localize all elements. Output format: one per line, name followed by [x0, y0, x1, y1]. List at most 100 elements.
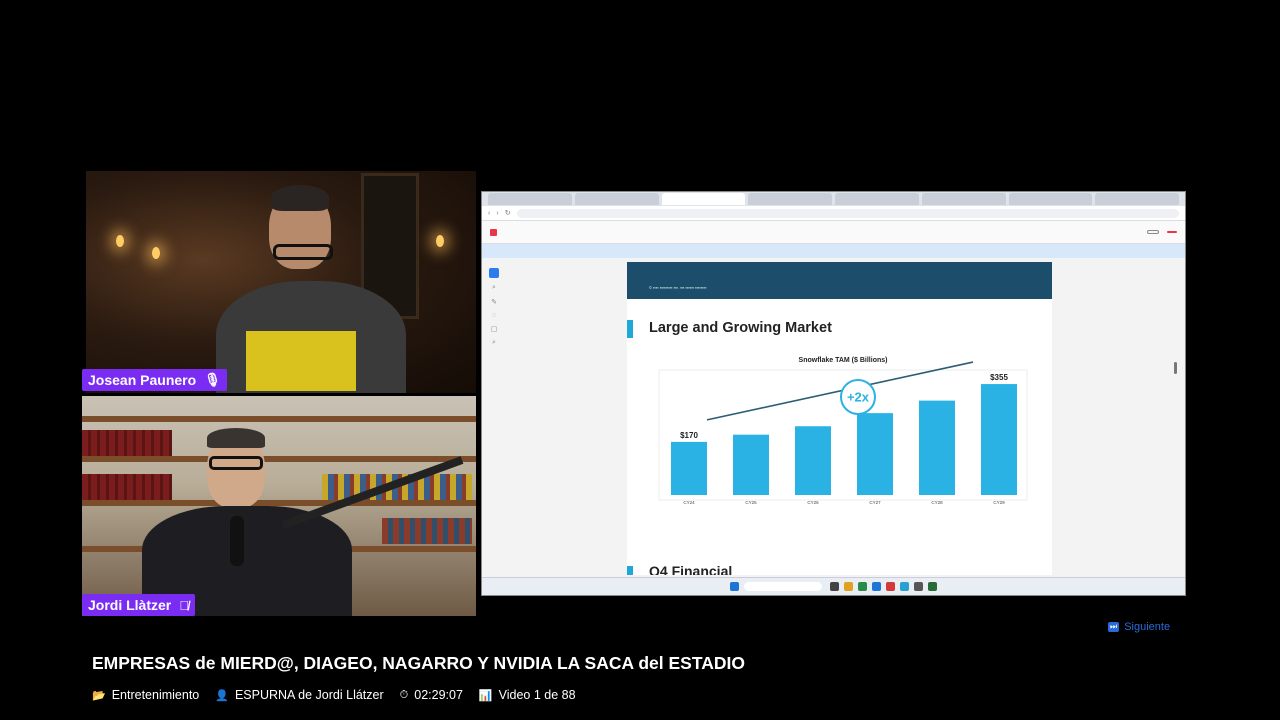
channel-item: 👤 ESPURNA de Jordi Llátzer [215, 688, 383, 702]
browser-tab[interactable] [1095, 193, 1179, 205]
bar-CY27 [857, 413, 893, 495]
reload-icon[interactable]: ↻ [505, 209, 511, 217]
title-accent-bar [627, 320, 633, 338]
x-tick-label: CY27 [869, 500, 881, 505]
next-video-label: Siguiente [1124, 621, 1171, 633]
category-label: Entretenimiento [111, 688, 200, 702]
bar-chart-icon: 📊 [478, 689, 493, 702]
glasses [209, 456, 263, 470]
tam-bar-chart: Snowflake TAM ($ Billions) CY24 $170 CY25 C… [658, 357, 1028, 505]
video-meta: 📂 Entretenimiento 👤 ESPURNA de Jordi Llá… [92, 688, 576, 702]
slide-footer-text: © ▪▪▪▪ ▪▪▪▪▪▪▪▪▪ ▪▪▪. ▪▪▪ ▪▪▪▪▪▪ ▪▪▪▪▪▪▪… [649, 285, 707, 290]
taskbar-search[interactable] [744, 582, 822, 591]
x-tick-label: CY28 [931, 500, 943, 505]
browser-tab[interactable] [488, 193, 572, 205]
person-icon: 👤 [215, 689, 229, 702]
wall-lamp [116, 235, 124, 247]
books [82, 430, 172, 456]
participant-name: Josean Paunero [88, 372, 197, 388]
browser-tab[interactable] [835, 193, 919, 205]
duration-label: 02:29:07 [414, 688, 463, 702]
participant-video-josean [86, 171, 476, 393]
growth-annotation: +2x [840, 378, 876, 415]
windows-taskbar [482, 577, 1185, 595]
title-accent-bar [627, 566, 633, 575]
participant-name: Jordi Llàtzer [88, 597, 172, 613]
category-item: 📂 Entretenimiento [92, 688, 199, 702]
participant-nametag-jordi: Jordi Llàtzer 🎙̸ [82, 594, 195, 616]
duration-item: ⏱ 02:29:07 [400, 688, 463, 702]
bar-CY24 [671, 441, 707, 495]
slide-header-band: © ▪▪▪▪ ▪▪▪▪▪▪▪▪▪ ▪▪▪. ▪▪▪ ▪▪▪▪▪▪ ▪▪▪▪▪▪▪… [627, 262, 1052, 299]
zoom-tool-icon[interactable]: ⌕ [492, 284, 496, 292]
pdf-toolbar [482, 221, 1185, 244]
bar-CY25 [733, 434, 769, 495]
chart-title: Snowflake TAM ($ Billions) [799, 357, 888, 364]
taskbar-app-icon[interactable] [858, 582, 867, 591]
taskbar-app-icon[interactable] [914, 582, 923, 591]
shirt-print [246, 331, 356, 391]
forward-icon[interactable]: › [496, 210, 498, 217]
wall-lamp [436, 235, 444, 247]
shelf [82, 500, 476, 506]
slide-title: Large and Growing Market [649, 320, 832, 336]
browser-tab[interactable] [1008, 193, 1093, 205]
books [382, 518, 472, 544]
ai-assistant-button[interactable] [1167, 231, 1177, 233]
pdf-page: © ▪▪▪▪ ▪▪▪▪▪▪▪▪▪ ▪▪▪. ▪▪▪ ▪▪▪▪▪▪ ▪▪▪▪▪▪▪… [627, 262, 1052, 575]
back-icon[interactable]: ‹ [488, 210, 490, 217]
taskbar-app-icon[interactable] [872, 582, 881, 591]
browser-tab[interactable] [921, 193, 1006, 205]
next-video-button[interactable]: ⏭ Siguiente [1108, 621, 1170, 633]
shelf [82, 416, 476, 422]
browser-tab-strip[interactable] [482, 192, 1185, 206]
bar-CY28 [919, 400, 955, 495]
data-label: $355 [990, 373, 1008, 382]
person-hair [271, 185, 329, 211]
x-tick-label: CY24 [683, 500, 695, 505]
channel-label: ESPURNA de Jordi Llátzer [234, 688, 384, 702]
start-icon[interactable] [730, 582, 739, 591]
taskbar-app-icon[interactable] [928, 582, 937, 591]
bar-CY29 [981, 384, 1017, 495]
muted-microphone-icon: 🎙̸ [179, 597, 189, 613]
address-bar[interactable] [516, 208, 1179, 218]
participant-nametag-josean: Josean Paunero 🎙 [82, 369, 227, 391]
browser-address-row: ‹ › ↻ [482, 206, 1185, 221]
next-slide-title: Q4 Financial [649, 563, 733, 575]
info-banner [482, 244, 1185, 258]
shelf [82, 456, 476, 462]
select-tool-icon[interactable] [489, 268, 499, 278]
pdf-side-tools: ⌕ ✎ ◌ ▢ ⌕ [486, 268, 502, 347]
position-label: Video 1 de 88 [498, 688, 576, 702]
taskbar-app-icon[interactable] [844, 582, 853, 591]
annotation-label: +2x [847, 389, 870, 404]
folder-icon: 📂 [92, 689, 106, 702]
data-label: $170 [680, 431, 698, 440]
x-tick-label: CY25 [745, 500, 757, 505]
microphone-icon: 🎙 [204, 372, 221, 387]
browser-tab[interactable] [748, 193, 832, 205]
pen-tool-icon[interactable]: ✎ [491, 298, 497, 306]
participant-video-jordi [82, 396, 476, 616]
browser-tab[interactable] [574, 193, 659, 205]
video-title: EMPRESAS de MIERD@, DIAGEO, NAGARRO Y NV… [92, 653, 745, 673]
pdf-scrollbar[interactable] [1174, 362, 1177, 374]
microphone [230, 516, 244, 566]
person-hair [207, 428, 265, 448]
skip-forward-icon: ⏭ [1108, 622, 1120, 632]
taskbar-app-icon[interactable] [830, 582, 839, 591]
wall-lamp [152, 247, 160, 259]
pdf-app-icon[interactable] [490, 228, 497, 236]
taskbar-app-icon[interactable] [886, 582, 895, 591]
browser-tab-active[interactable] [661, 193, 746, 205]
comment-tool-icon[interactable]: ◌ [492, 312, 496, 319]
books [82, 474, 172, 500]
taskbar-app-icon[interactable] [900, 582, 909, 591]
search-tool-icon[interactable]: ⌕ [492, 339, 496, 347]
x-tick-label: CY29 [993, 500, 1005, 505]
page-tool-icon[interactable]: ▢ [491, 325, 498, 333]
glasses [273, 244, 333, 260]
stopwatch-icon: ⏱ [399, 688, 409, 701]
share-button[interactable] [1147, 230, 1159, 234]
